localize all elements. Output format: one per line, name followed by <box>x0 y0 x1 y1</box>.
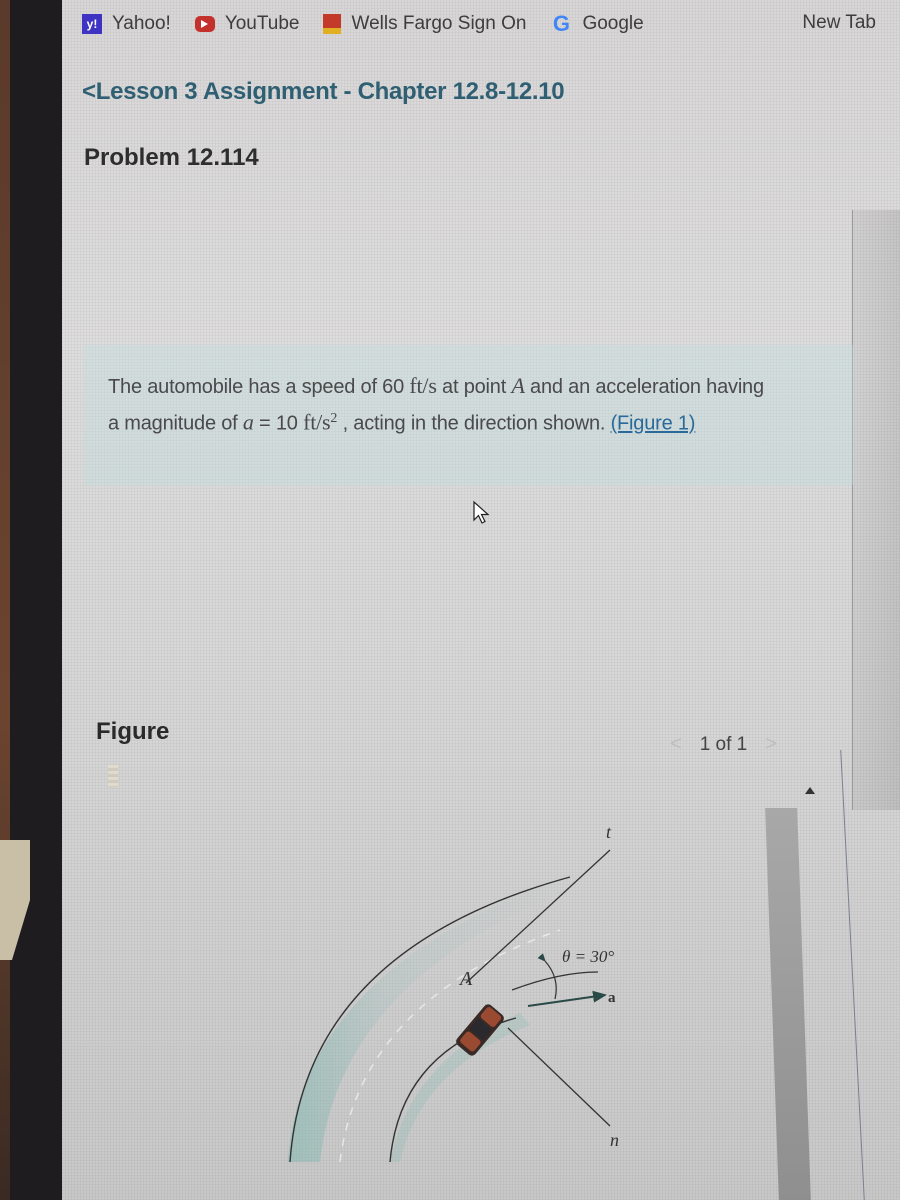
speed-unit: ft/s <box>409 373 437 398</box>
bookmark-label: Google <box>582 13 644 34</box>
bookmark-google[interactable]: G Google <box>550 11 644 36</box>
wells-fargo-icon <box>323 14 342 34</box>
acceleration-vector <box>527 990 607 1007</box>
figure-heading: Figure <box>96 718 170 745</box>
normal-axis-line <box>507 1027 611 1127</box>
scroll-up-arrow-icon[interactable] <box>805 787 815 794</box>
angle-label: θ = 30° <box>562 947 614 966</box>
scrollbar-thumb[interactable] <box>765 808 811 1200</box>
pager-text: 1 of 1 <box>699 733 748 755</box>
bookmark-label: YouTube <box>224 13 300 34</box>
problem-title: Problem 12.114 <box>84 144 259 171</box>
breadcrumb-label: Lesson 3 Assignment - Chapter 12.8-12.10 <box>95 78 565 105</box>
panel-border <box>840 750 865 1200</box>
panel-divider <box>852 210 900 810</box>
yahoo-icon: y! <box>82 14 102 34</box>
point-label: A <box>511 373 525 398</box>
problem-statement: The automobile has a speed of 60 ft/s at… <box>108 370 768 440</box>
back-to-assignment-link[interactable]: <Lesson 3 Assignment - Chapter 12.8-12.1… <box>82 78 565 106</box>
figure-pager: < 1 of 1 > <box>652 733 795 756</box>
normal-axis-label: n <box>610 1130 619 1150</box>
bookmark-wells-fargo[interactable]: Wells Fargo Sign On <box>323 13 526 35</box>
youtube-icon <box>194 16 215 32</box>
figure-diagram: A t n θ = 30° a <box>288 822 619 1163</box>
bookmark-label: Wells Fargo Sign On <box>351 13 527 34</box>
bookmarks-bar: y! Yahoo! YouTube Wells Fargo Sign On G … <box>62 0 900 48</box>
text: at point <box>436 376 512 398</box>
desk-edge <box>0 0 10 1200</box>
new-tab-link[interactable]: New Tab <box>802 12 876 34</box>
next-figure-button[interactable]: > <box>765 733 777 756</box>
text: , acting in the direction shown. <box>337 412 611 435</box>
text: The automobile has a speed of 60 <box>108 376 410 398</box>
angle-arc <box>537 953 557 1000</box>
figure-link[interactable]: (Figure 1) <box>611 413 696 435</box>
point-a-label: A <box>458 968 473 990</box>
accel-symbol: a <box>242 409 254 435</box>
bookmark-youtube[interactable]: YouTube <box>194 13 300 35</box>
figure-thumbnail-icon[interactable] <box>108 765 118 787</box>
mouse-cursor-icon <box>473 500 490 524</box>
accel-unit: ft/s <box>303 409 331 435</box>
prev-figure-button[interactable]: < <box>670 733 682 756</box>
acceleration-label: a <box>608 990 616 1006</box>
bookmark-label: Yahoo! <box>112 13 171 34</box>
google-icon: G <box>552 11 570 36</box>
tangent-axis-label: t <box>606 822 612 842</box>
browser-screen: y! Yahoo! YouTube Wells Fargo Sign On G … <box>62 0 900 1200</box>
road-outer-edge <box>289 876 571 1163</box>
background-paper <box>0 840 30 960</box>
chevron-left-icon: < <box>82 78 96 105</box>
road-surface <box>288 876 570 1162</box>
text: = 10 <box>253 412 304 435</box>
bookmark-yahoo[interactable]: y! Yahoo! <box>82 13 171 35</box>
